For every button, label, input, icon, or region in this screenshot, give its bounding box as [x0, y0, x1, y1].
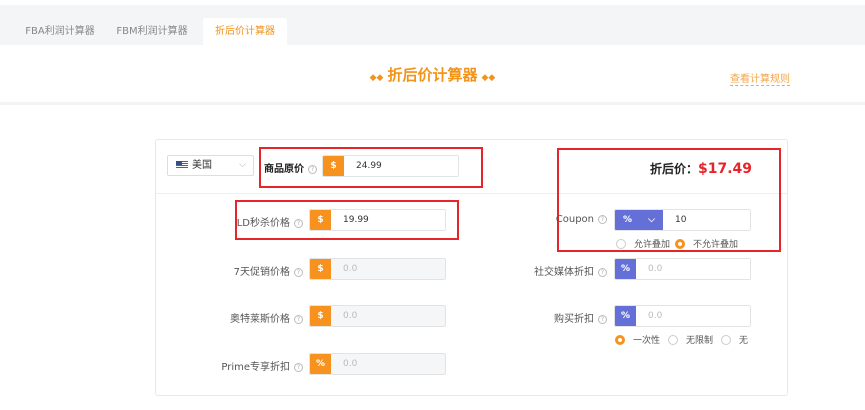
purchase-discount-input[interactable]: % 0.0: [614, 305, 751, 327]
radio-unlimited[interactable]: 无限制: [668, 333, 713, 346]
input-value[interactable]: 0.0: [331, 306, 445, 326]
radio-allow-stack[interactable]: 允许叠加: [616, 237, 670, 250]
purchase-discount-label: 购买折扣?: [487, 310, 607, 325]
help-icon: ?: [294, 314, 303, 324]
original-price-label: 商品原价?: [264, 160, 317, 175]
coupon-unit-select[interactable]: % ⌵: [615, 210, 663, 230]
prime-discount-label: Prime专享折扣?: [183, 358, 303, 373]
view-rules-link[interactable]: 查看计算规则: [730, 70, 790, 86]
dollar-prefix: $: [310, 210, 331, 230]
radio-none[interactable]: 无: [721, 333, 748, 346]
ld-price-input[interactable]: $19.99: [309, 209, 446, 231]
input-value[interactable]: 24.99: [344, 156, 458, 176]
radio-once[interactable]: 一次性: [615, 333, 660, 346]
us-flag-icon: [176, 161, 188, 169]
tab-discount-calculator[interactable]: 折后价计算器: [203, 18, 287, 45]
input-value[interactable]: 0.0: [636, 306, 750, 326]
outlet-price-label: 奥特莱斯价格?: [183, 310, 303, 325]
outlet-price-input[interactable]: $0.0: [309, 305, 446, 327]
input-value[interactable]: 0.0: [331, 354, 445, 374]
result-label: 折后价：: [649, 162, 698, 176]
input-value[interactable]: 19.99: [331, 210, 445, 230]
dollar-prefix: $: [310, 306, 331, 326]
percent-prefix: %: [310, 354, 331, 374]
country-value: 美国: [192, 160, 212, 171]
help-icon: ?: [598, 214, 607, 224]
original-price-input[interactable]: $24.99: [322, 155, 459, 177]
help-icon: ?: [294, 362, 303, 372]
country-select[interactable]: 美国 ⌵: [167, 155, 254, 176]
coupon-label: Coupon?: [487, 214, 607, 225]
social-discount-input[interactable]: % 0.0: [614, 258, 751, 280]
dollar-prefix: $: [323, 156, 344, 176]
tab-fba[interactable]: FBA利润计算器: [20, 18, 100, 45]
input-value[interactable]: 0.0: [331, 259, 445, 279]
chevron-down-icon: ⌵: [239, 160, 246, 170]
ld-price-label: LD秒杀价格?: [183, 214, 303, 229]
help-icon: ?: [308, 164, 317, 174]
diamond-icon: ◆◆: [369, 73, 384, 83]
help-icon: ?: [294, 267, 303, 277]
tab-fbm[interactable]: FBM利润计算器: [110, 18, 194, 45]
social-discount-label: 社交媒体折扣?: [487, 263, 607, 278]
divider: [0, 102, 865, 105]
chevron-down-icon: ⌵: [648, 215, 655, 225]
radio-disallow-stack[interactable]: 不允许叠加: [675, 237, 738, 250]
7day-price-label: 7天促销价格?: [183, 263, 303, 278]
tab-bar: FBA利润计算器 FBM利润计算器 折后价计算器: [0, 5, 865, 45]
coupon-input[interactable]: % ⌵ 10: [614, 209, 751, 231]
percent-prefix: %: [615, 306, 636, 326]
title-text: 折后价计算器: [387, 66, 478, 84]
7day-price-input[interactable]: $0.0: [309, 258, 446, 280]
diamond-icon: ◆◆: [481, 73, 496, 83]
result: 折后价：$17.49: [600, 158, 752, 177]
help-icon: ?: [598, 314, 607, 324]
help-icon: ?: [294, 218, 303, 228]
help-icon: ?: [598, 267, 607, 277]
prime-discount-input[interactable]: % 0.0: [309, 353, 446, 375]
result-value: $17.49: [697, 161, 752, 177]
input-value[interactable]: 10: [663, 210, 750, 230]
percent-prefix: %: [615, 259, 636, 279]
dollar-prefix: $: [310, 259, 331, 279]
input-value[interactable]: 0.0: [636, 259, 750, 279]
